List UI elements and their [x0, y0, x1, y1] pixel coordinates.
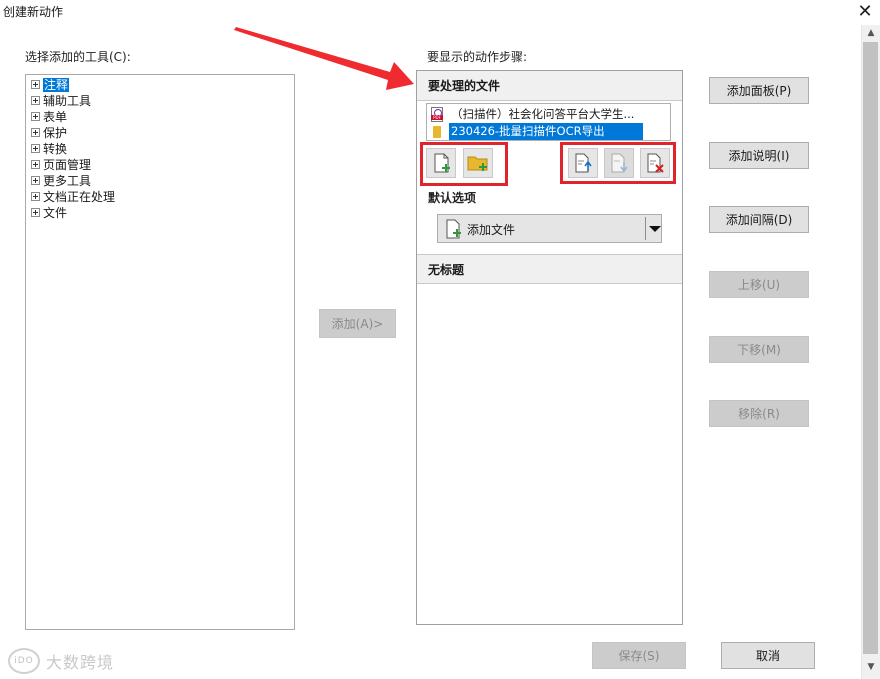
tree-item-page-management[interactable]: 页面管理: [31, 157, 91, 173]
expand-icon[interactable]: [31, 176, 40, 185]
tree-item-protect[interactable]: 保护: [31, 125, 67, 141]
tree-item-label: 更多工具: [43, 174, 92, 188]
watermark: iDO 大数跨境: [8, 648, 114, 674]
add-panel-button[interactable]: 添加面板(P): [709, 77, 809, 104]
watermark-text: 大数跨境: [46, 653, 115, 672]
tree-item-label: 文档正在处理: [43, 190, 116, 204]
tree-item-label: 文件: [43, 206, 68, 220]
annotation-arrow: [234, 27, 414, 90]
tree-item-accessibility[interactable]: 辅助工具: [31, 93, 91, 109]
tree-item-label: 保护: [43, 126, 68, 140]
default-options-select[interactable]: 添加文件: [437, 214, 662, 243]
tree-item-label: 表单: [43, 110, 68, 124]
chevron-down-icon[interactable]: [649, 226, 661, 232]
expand-icon[interactable]: [31, 144, 40, 153]
list-item[interactable]: PDF （扫描件）社会化问答平台大学生...: [431, 106, 636, 123]
tree-item-more-tools[interactable]: 更多工具: [31, 173, 91, 189]
scroll-down-arrow-icon[interactable]: ▼: [862, 660, 880, 674]
add-to-steps-button[interactable]: 添加(A)>: [319, 309, 396, 338]
tree-item-convert[interactable]: 转换: [31, 141, 67, 157]
expand-icon[interactable]: [31, 160, 40, 169]
expand-icon[interactable]: [31, 80, 40, 89]
tree-item-label: 转换: [43, 142, 68, 156]
expand-icon[interactable]: [31, 128, 40, 137]
window-title: 创建新动作: [3, 5, 64, 19]
watermark-logo: iDO: [8, 648, 40, 674]
cancel-button[interactable]: 取消: [721, 642, 815, 669]
highlight-box: [560, 142, 676, 184]
steps-label: 要显示的动作步骤:: [427, 50, 528, 64]
list-item[interactable]: 230426-批量扫描件OCR导出: [431, 123, 643, 140]
tools-tree[interactable]: 注释 辅助工具 表单 保护 转换 页面管理 更多工具 文档正在处理 文件: [25, 74, 295, 630]
add-separator-button[interactable]: 添加间隔(D): [709, 206, 809, 233]
file-name: 230426-批量扫描件OCR导出: [449, 123, 643, 140]
tree-item-forms[interactable]: 表单: [31, 109, 67, 125]
file-name: （扫描件）社会化问答平台大学生...: [451, 107, 635, 121]
add-file-icon: [446, 219, 461, 239]
save-button[interactable]: 保存(S): [592, 642, 686, 669]
tree-item-document-processing[interactable]: 文档正在处理: [31, 189, 115, 205]
file-list[interactable]: PDF （扫描件）社会化问答平台大学生... 230426-批量扫描件OCR导出: [426, 103, 671, 141]
tree-item-label: 辅助工具: [43, 94, 92, 108]
folder-icon: [433, 126, 441, 138]
scrollbar-thumb[interactable]: [863, 42, 878, 654]
move-down-button[interactable]: 下移(M): [709, 336, 809, 363]
expand-icon[interactable]: [31, 208, 40, 217]
tree-item-label: 页面管理: [43, 158, 92, 172]
default-options-label: 默认选项: [428, 191, 477, 205]
move-up-button[interactable]: 上移(U): [709, 271, 809, 298]
close-icon[interactable]: ✕: [853, 1, 877, 23]
expand-icon[interactable]: [31, 192, 40, 201]
tree-item-comment[interactable]: 注释: [31, 77, 70, 93]
remove-button[interactable]: 移除(R): [709, 400, 809, 427]
add-instruction-button[interactable]: 添加说明(I): [709, 142, 809, 169]
expand-icon[interactable]: [31, 96, 40, 105]
section-files-header[interactable]: 要处理的文件: [417, 71, 682, 101]
tree-item-label: 注释: [43, 78, 70, 92]
combo-divider: [645, 217, 646, 240]
tools-label: 选择添加的工具(C):: [25, 50, 131, 64]
pdf-icon: PDF: [431, 107, 443, 122]
tree-item-file[interactable]: 文件: [31, 205, 67, 221]
section-untitled-header[interactable]: 无标题: [417, 254, 682, 284]
scroll-up-arrow-icon[interactable]: ▲: [862, 27, 880, 39]
default-options-value: 添加文件: [467, 223, 516, 237]
expand-icon[interactable]: [31, 112, 40, 121]
highlight-box: [420, 142, 508, 186]
